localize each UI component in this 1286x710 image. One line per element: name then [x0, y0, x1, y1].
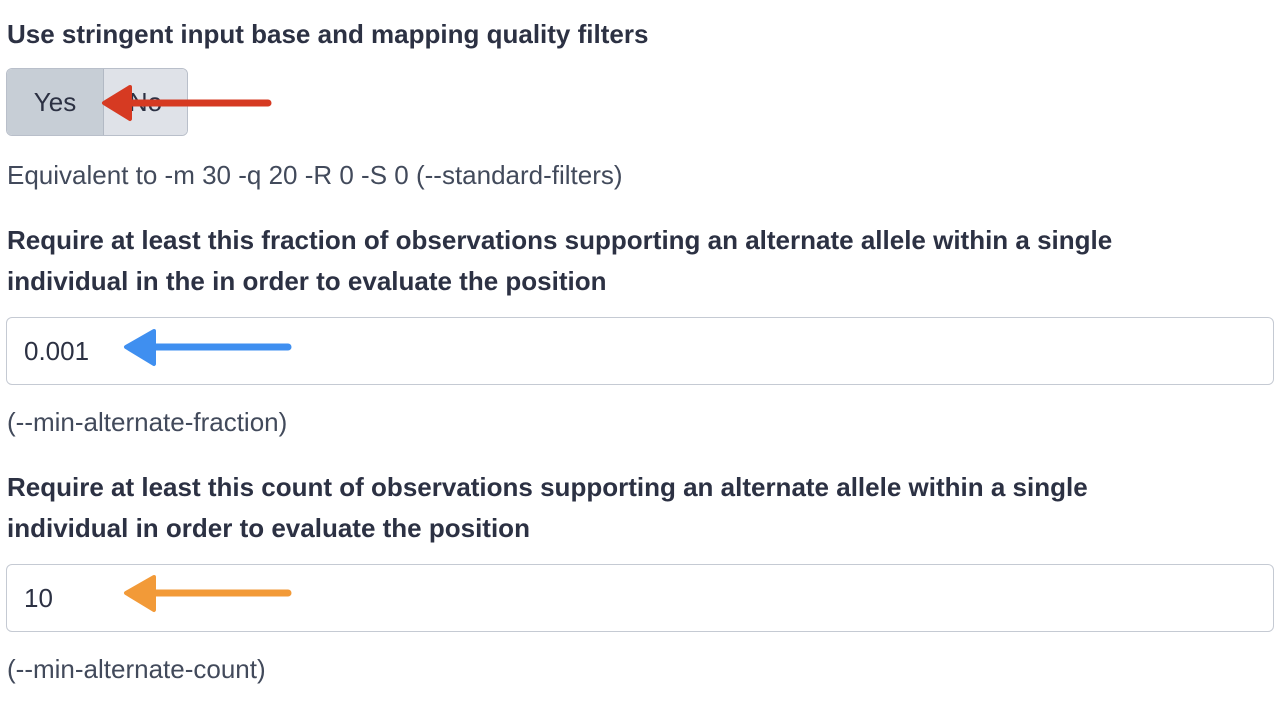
stringent-filters-help: Equivalent to -m 30 -q 20 -R 0 -S 0 (--s… — [7, 160, 623, 190]
min-alternate-fraction-input[interactable] — [6, 317, 1274, 385]
min-alternate-count-label-line1: Require at least this count of observati… — [7, 472, 1088, 502]
toggle-no-button[interactable]: No — [104, 69, 187, 135]
toggle-yes-button[interactable]: Yes — [7, 69, 104, 135]
min-alternate-fraction-help: (--min-alternate-fraction) — [7, 407, 288, 437]
min-alternate-count-help: (--min-alternate-count) — [7, 654, 266, 684]
stringent-filters-toggle[interactable]: Yes No — [6, 68, 188, 136]
min-alternate-count-label-line2: individual in order to evaluate the posi… — [7, 513, 530, 543]
stringent-filters-label: Use stringent input base and mapping qua… — [7, 19, 649, 49]
min-alternate-fraction-label-line1: Require at least this fraction of observ… — [7, 225, 1113, 255]
min-alternate-count-label: Require at least this count of observati… — [7, 467, 1088, 549]
min-alternate-count-input[interactable] — [6, 564, 1274, 632]
min-alternate-fraction-label: Require at least this fraction of observ… — [7, 220, 1112, 302]
min-alternate-fraction-label-line2: individual in the in order to evaluate t… — [7, 266, 607, 296]
